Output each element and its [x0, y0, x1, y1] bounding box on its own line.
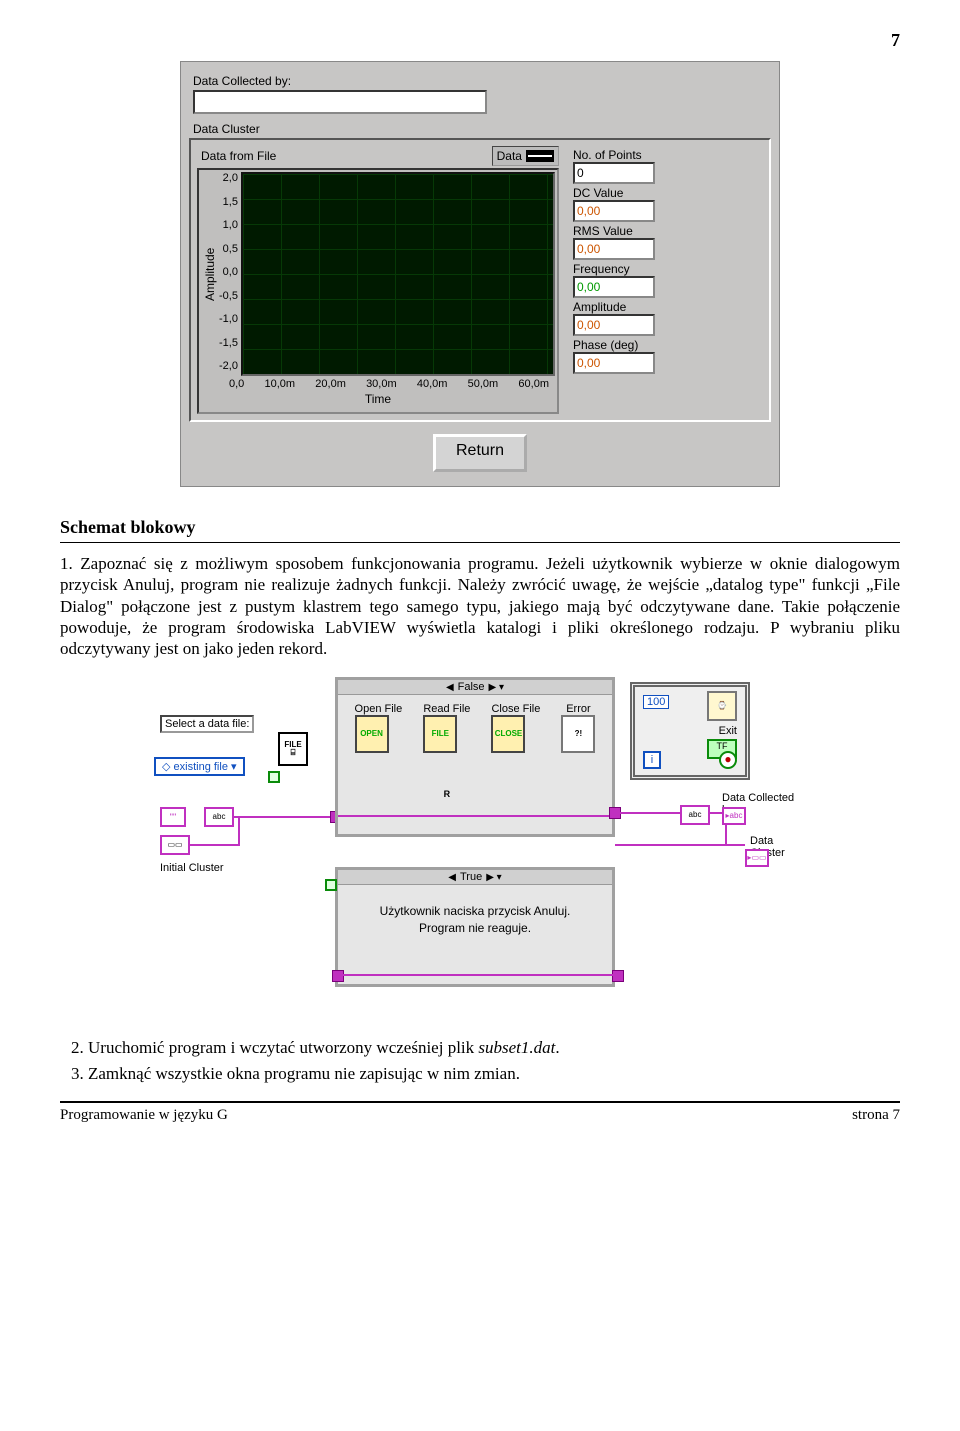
case-true-header[interactable]: ◀ True ▶ ▾ — [338, 870, 612, 885]
case-true-selector-icon — [325, 879, 337, 891]
file-dialog-icon: FILE⌸ — [278, 732, 308, 766]
indicator-label: Amplitude — [573, 300, 655, 314]
read-file-label: Read File — [423, 703, 470, 715]
y-axis-label: Amplitude — [201, 172, 219, 376]
close-file-label: Close File — [491, 703, 540, 715]
footer-left: Programowanie w języku G — [60, 1107, 228, 1124]
graph-title: Data from File — [197, 147, 492, 165]
case-true-prev-icon[interactable]: ◀ — [448, 872, 456, 883]
data-collected-label: Data Collected by: — [193, 74, 771, 88]
legend-swatch-icon — [526, 150, 554, 162]
read-file-icon: FILE — [423, 715, 457, 753]
data-cluster-label: Data Cluster — [193, 122, 771, 136]
indicator-label: Frequency — [573, 262, 655, 276]
indicator-value[interactable]: 0 — [573, 162, 655, 184]
x-axis-label: Time — [201, 392, 555, 406]
indicator-value[interactable]: 0,00 — [573, 276, 655, 298]
plot-legend[interactable]: Data — [492, 146, 559, 166]
labview-front-panel: Data Collected by: Data Cluster Data fro… — [180, 61, 780, 487]
case-true-frame: ◀ True ▶ ▾ Użytkownik naciska przycisk A… — [335, 867, 615, 987]
case-next-icon[interactable]: ▶ ▾ — [489, 682, 505, 693]
case-false-frame: ◀ False ▶ ▾ Open File OPEN Read File FIL… — [335, 677, 615, 837]
case-false-label: False — [458, 681, 485, 693]
loop-stop-icon: ● — [719, 751, 737, 769]
while-loop-frame: 100 ⌚ Exit TF i ● — [630, 682, 750, 780]
block-diagram: Select a data file: ◇ existing file ▾ FI… — [160, 677, 800, 1007]
error-handler-icon: ?! — [561, 715, 595, 753]
indicator-value[interactable]: 0,00 — [573, 352, 655, 374]
return-button[interactable]: Return — [433, 434, 527, 472]
y-ticks: 2,01,51,00,50,0-0,5-1,0-1,5-2,0 — [219, 172, 241, 372]
loop-iteration-icon: i — [643, 751, 661, 769]
initial-cluster-icon: ▭▭ — [160, 835, 190, 855]
existing-file-constant: ◇ existing file ▾ — [154, 757, 245, 776]
heading-rule — [60, 542, 900, 543]
case-true-next-icon[interactable]: ▶ ▾ — [486, 872, 502, 883]
case-false-header[interactable]: ◀ False ▶ ▾ — [338, 680, 612, 695]
indicator-value[interactable]: 0,00 — [573, 314, 655, 336]
indicator-label: DC Value — [573, 186, 655, 200]
footer-right: strona 7 — [852, 1107, 900, 1124]
open-file-label: Open File — [355, 703, 403, 715]
case-true-comment: Użytkownik naciska przycisk Anuluj. Prog… — [338, 885, 612, 955]
numbered-list: Uruchomić program i wczytać utworzony wc… — [60, 1037, 900, 1084]
graph-frame: Amplitude 2,01,51,00,50,0-0,5-1,0-1,5-2,… — [197, 168, 559, 414]
question-node-icon — [268, 771, 280, 783]
string-constant-icon: "" — [160, 807, 186, 827]
select-file-label: Select a data file: — [160, 715, 254, 733]
case-true-label: True — [460, 871, 482, 883]
indicator-value[interactable]: 0,00 — [573, 238, 655, 260]
cluster-indicator-icon: ▸▭▭ — [745, 849, 769, 867]
side-indicators: No. of Points0DC Value0,00RMS Value0,00F… — [573, 146, 655, 414]
x-ticks: 0,010,0m20,0m30,0m40,0m50,0m60,0m — [229, 378, 549, 390]
list-item-3: Zamknąć wszystkie okna programu nie zapi… — [88, 1063, 900, 1084]
initial-cluster-label: Initial Cluster — [160, 862, 224, 874]
paragraph-1: 1. Zapoznać się z możliwym sposobem funk… — [60, 553, 900, 659]
case-prev-icon[interactable]: ◀ — [446, 682, 454, 693]
data-collected-input[interactable] — [193, 90, 487, 114]
data-cluster-box: Data from File Data Amplitude 2,01,51,00… — [189, 138, 771, 422]
exit-label: Exit — [719, 725, 737, 737]
unbundle-node-icon: abc — [680, 805, 710, 825]
page-number-top: 7 — [60, 30, 900, 51]
list-item-2: Uruchomić program i wczytać utworzony wc… — [88, 1037, 900, 1058]
indicator-label: No. of Points — [573, 148, 655, 162]
page-footer: Programowanie w języku G strona 7 — [60, 1101, 900, 1124]
wait-ms-constant: 100 — [643, 695, 669, 709]
wait-ms-icon: ⌚ — [707, 691, 737, 721]
close-file-icon: CLOSE — [491, 715, 525, 753]
plot-area[interactable] — [241, 172, 555, 376]
indicator-value[interactable]: 0,00 — [573, 200, 655, 222]
open-file-icon: OPEN — [355, 715, 389, 753]
indicator-label: RMS Value — [573, 224, 655, 238]
error-label: Error — [561, 703, 595, 715]
section-heading: Schemat blokowy — [60, 517, 900, 538]
string-indicator-icon: ▸abc — [722, 807, 746, 825]
indicator-label: Phase (deg) — [573, 338, 655, 352]
bundle-node-icon: abc — [204, 807, 234, 827]
legend-label: Data — [497, 149, 522, 163]
